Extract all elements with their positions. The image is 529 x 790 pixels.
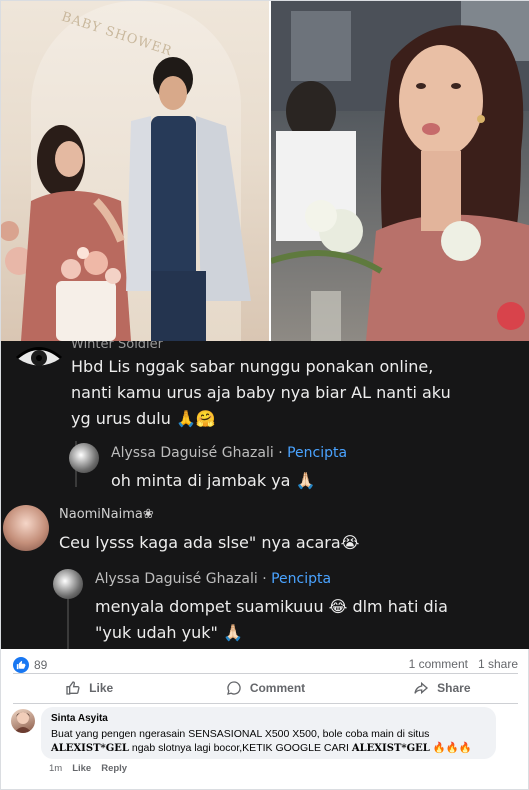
share-label: Share (437, 681, 471, 695)
eye-avatar (15, 343, 63, 373)
photo-left-illustration (1, 57, 251, 341)
reply-author: Alyssa Daguisé Ghazali (95, 571, 258, 587)
reply-author-line: Alyssa Daguisé Ghazali · Pencipta (95, 571, 332, 587)
reply-text: oh minta di jambak ya 🙏🏻 (111, 471, 316, 490)
comment-text-mid: ngab slotnya lagi bocor,KETIK GOOGLE CAR… (128, 742, 352, 754)
reply-text-line: "yuk udah yuk" 🙏🏻 (95, 623, 243, 642)
comment-brand: ALEXIST*GEL (351, 743, 430, 754)
shares-count[interactable]: 1 share (478, 657, 518, 671)
photo-left[interactable]: BABY SHOWER (1, 1, 269, 341)
post-photo-collage[interactable]: BABY SHOWER (1, 1, 529, 341)
avatar (69, 443, 99, 473)
like-button[interactable]: Like (1, 674, 177, 702)
reply-author: Alyssa Daguisé Ghazali (111, 445, 274, 461)
comment-text-line: Hbd Lis nggak sabar nunggu ponakan onlin… (71, 357, 434, 376)
avatar (3, 505, 49, 551)
comment-text-prefix: Buat yang pengen ngerasain SENSASIONAL X… (51, 728, 430, 740)
reaction-summary[interactable]: 89 (13, 657, 47, 673)
creator-badge: Pencipta (271, 571, 332, 587)
comment-reply-link[interactable]: Reply (101, 763, 127, 774)
comment-meta: 1m Like Reply (49, 763, 127, 774)
divider (13, 703, 518, 704)
avatar (53, 569, 83, 599)
comment-screenshot: Winter Soldier Hbd Lis nggak sabar nungg… (1, 341, 529, 649)
comment-emoji: 🔥🔥🔥 (429, 742, 472, 754)
creator-badge: Pencipta (287, 445, 348, 461)
likes-count: 89 (34, 658, 48, 672)
post-actions: Like Comment Share (1, 674, 529, 702)
facebook-post-card: BABY SHOWER Winter Soldier Hbd Lis nggak… (0, 0, 529, 790)
reply-text-line: menyala dompet suamikuuu 😂 dlm hati dia (95, 597, 448, 616)
thumbs-up-outline-icon (66, 681, 80, 695)
comment-brand: ALEXIST*GEL (51, 743, 129, 754)
share-button[interactable]: Share (354, 674, 529, 702)
comment-time[interactable]: 1m (49, 763, 62, 774)
like-reaction-icon (13, 657, 29, 673)
comments-count[interactable]: 1 comment (409, 657, 468, 671)
comment-author: Winter Soldier (71, 341, 164, 352)
comment-text: Buat yang pengen ngerasain SENSASIONAL X… (51, 727, 486, 756)
commenter-avatar[interactable] (11, 709, 35, 733)
comment-bubble-icon (226, 681, 241, 695)
reply-author-line: Alyssa Daguisé Ghazali · Pencipta (111, 445, 348, 461)
comment-label: Comment (249, 681, 306, 695)
photo-right-illustration (271, 1, 529, 341)
comment-bubble: Sinta Asyita Buat yang pengen ngerasain … (41, 707, 496, 759)
comment-text: Ceu lysss kaga ada slse" nya acara😭 (59, 533, 360, 552)
comment-text-line: yg urus dulu 🙏🤗 (71, 409, 216, 428)
avatar-image (14, 712, 32, 733)
comment-text-line: nanti kamu urus aja baby nya biar AL nan… (71, 383, 451, 402)
photo-right[interactable] (269, 1, 529, 341)
share-arrow-icon (414, 681, 429, 695)
comment-button[interactable]: Comment (177, 674, 353, 702)
comment-author[interactable]: Sinta Asyita (51, 713, 486, 724)
like-label: Like (89, 681, 114, 695)
comment-like-link[interactable]: Like (72, 763, 91, 774)
comment-author: NaomiNaima❀ (59, 507, 154, 522)
eye-icon (16, 347, 62, 366)
thumbs-up-icon (16, 660, 26, 670)
